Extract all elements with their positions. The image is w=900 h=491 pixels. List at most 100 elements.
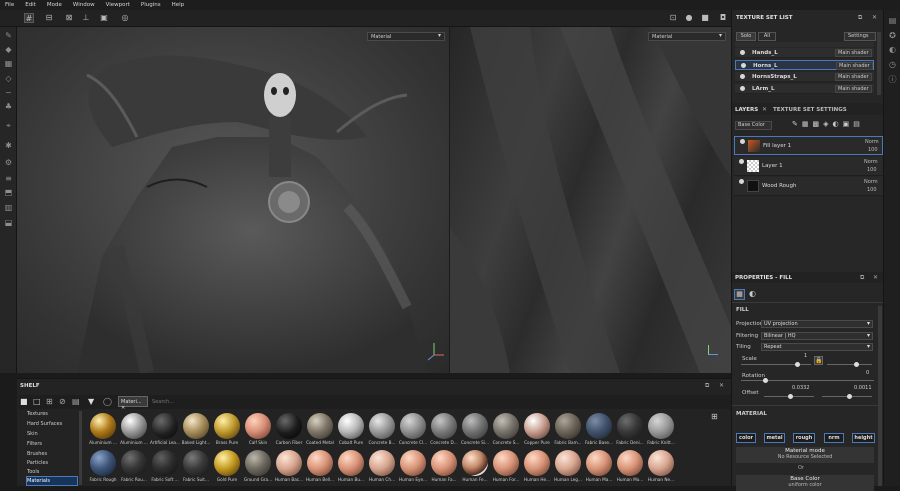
material-thumbnail[interactable] (493, 450, 519, 476)
material-thumbnail[interactable] (276, 413, 302, 439)
channel-height-button[interactable]: height (852, 433, 875, 443)
category-brushes[interactable]: Brushes (27, 451, 47, 457)
category-particles[interactable]: Particles (27, 460, 48, 466)
texture-set-row[interactable]: LArm_L Main shader (735, 84, 874, 94)
fill-properties-icon[interactable]: ▦ (734, 289, 745, 300)
offset-y-value[interactable]: 0.0011 (854, 385, 872, 391)
frame-icon[interactable]: ▣ (99, 13, 109, 23)
material-thumbnail[interactable] (90, 413, 116, 439)
viewport-mode-select[interactable]: Material (367, 32, 445, 41)
history-icon[interactable]: ⬓ (3, 217, 14, 228)
grid-view-icon[interactable]: # (24, 13, 34, 23)
projection-select[interactable]: UV projection (761, 320, 873, 328)
lock-icon[interactable]: 🔒 (814, 356, 823, 365)
material-mode-block[interactable]: Material mode No Resource Selected (736, 447, 874, 463)
channel-metal-button[interactable]: metal (764, 433, 785, 443)
blend-mode[interactable]: Norm (864, 179, 878, 185)
shader-select[interactable]: Main shader (835, 49, 872, 57)
tab-layers[interactable]: LAYERS (735, 107, 758, 113)
material-thumbnail[interactable] (400, 413, 426, 439)
scale-slider-knob[interactable] (795, 362, 800, 367)
display-icon[interactable]: ⊡ (668, 13, 678, 23)
delete-icon[interactable]: ▤ (72, 397, 80, 406)
layer-opacity[interactable]: 100 (868, 147, 878, 153)
category-skin[interactable]: Skin (27, 431, 38, 437)
material-thumbnail[interactable] (555, 413, 581, 439)
add-fill-layer-icon[interactable]: ▩ (813, 120, 824, 128)
material-thumbnail[interactable] (152, 413, 178, 439)
material-thumbnail[interactable] (431, 450, 457, 476)
circle-filter-icon[interactable]: ◯ (103, 397, 112, 406)
screenshot-icon[interactable]: ◘ (718, 13, 728, 23)
shelf-float-icon[interactable]: ⧉ (705, 382, 709, 390)
scale-slider[interactable] (741, 362, 811, 367)
channel-nrm-button[interactable]: nrm (824, 433, 844, 443)
menu-mode[interactable]: Mode (47, 2, 62, 8)
add-group-icon[interactable]: ▣ (843, 120, 854, 128)
window-view-icon[interactable]: ⊠ (64, 13, 74, 23)
polygon-fill-icon[interactable]: ◇ (3, 73, 14, 84)
add-effect-icon[interactable]: ✎ (792, 120, 802, 128)
grid-size-icon[interactable]: ⊞ (711, 412, 718, 421)
offset-x-slider[interactable] (764, 394, 814, 399)
camera-icon[interactable]: ■ (700, 13, 710, 23)
layer-row[interactable]: Fill layer 1 Norm 100 (734, 136, 883, 155)
delete-layer-icon[interactable]: ▤ (853, 120, 864, 128)
filter-tag-close-icon[interactable]: ✕ (121, 405, 125, 411)
material-thumbnail[interactable] (617, 450, 643, 476)
offset-y-slider-knob[interactable] (847, 394, 852, 399)
material-thumbnail[interactable] (586, 450, 612, 476)
viewport-2d[interactable]: Material (450, 27, 731, 373)
material-thumbnail[interactable] (462, 450, 488, 476)
add-mask-icon[interactable]: ◈ (823, 120, 832, 128)
add-paint-layer-icon[interactable]: ▦ (802, 120, 813, 128)
material-picker-icon[interactable]: ✱ (3, 140, 14, 151)
scale-slider-y[interactable] (827, 362, 872, 367)
filter-icon[interactable]: ▼ (88, 397, 94, 406)
texture-set-row[interactable]: Hands_L Main shader (735, 48, 874, 58)
viewport-3d[interactable]: Material (17, 27, 449, 373)
material-thumbnail[interactable] (431, 413, 457, 439)
scale-slider-y-knob[interactable] (854, 362, 859, 367)
tab-all[interactable]: All (758, 32, 776, 41)
menu-plugins[interactable]: Plugins (141, 2, 161, 8)
visibility-icon[interactable] (740, 74, 745, 79)
material-thumbnail[interactable] (90, 450, 116, 476)
panel-icon[interactable]: ▤ (887, 15, 898, 26)
visibility-icon[interactable] (739, 179, 744, 184)
tab-texture-set-settings[interactable]: TEXTURE SET SETTINGS (773, 107, 847, 113)
material-thumbnail[interactable] (493, 413, 519, 439)
menu-edit[interactable]: Edit (25, 2, 36, 8)
material-thumbnail[interactable] (369, 450, 395, 476)
properties-float-icon[interactable]: ⧉ (860, 274, 864, 282)
hide-icon[interactable]: ⊘ (59, 397, 66, 406)
material-thumbnail[interactable] (648, 450, 674, 476)
visibility-icon[interactable] (740, 50, 745, 55)
import-icon[interactable]: ▥ (3, 202, 14, 213)
category-tools[interactable]: Tools (27, 469, 39, 475)
tsl-close-icon[interactable]: ✕ (872, 14, 877, 21)
add-folder-icon[interactable]: ◐ (833, 120, 843, 128)
material-thumbnail[interactable] (586, 413, 612, 439)
layer-opacity[interactable]: 100 (867, 167, 877, 173)
filtering-select[interactable]: Bilinear | HQ (761, 332, 873, 340)
category-materials[interactable]: Materials (27, 478, 50, 484)
tiling-select[interactable]: Repeat (761, 343, 873, 351)
shader-select[interactable]: Main shader (835, 73, 872, 81)
shader-select[interactable]: Main shader (835, 85, 872, 93)
material-thumbnail[interactable] (338, 413, 364, 439)
scale-value[interactable]: 1 (804, 353, 807, 359)
info-icon[interactable]: ⓘ (887, 74, 898, 85)
history-panel-icon[interactable]: ◷ (887, 59, 898, 70)
layers-close-icon[interactable]: ✕ (762, 106, 767, 113)
axis-icon[interactable]: ⊥ (81, 13, 91, 23)
material-sphere-icon[interactable]: ◐ (749, 289, 756, 298)
visibility-icon[interactable] (741, 63, 746, 68)
material-thumbnail[interactable] (245, 413, 271, 439)
material-thumbnail[interactable] (183, 450, 209, 476)
menu-file[interactable]: File (5, 2, 14, 8)
shader-settings-icon[interactable]: ✪ (887, 30, 898, 41)
material-thumbnail[interactable] (307, 413, 333, 439)
layer-row[interactable]: Layer 1 Norm 100 (734, 157, 883, 176)
material-thumbnail[interactable] (121, 450, 147, 476)
